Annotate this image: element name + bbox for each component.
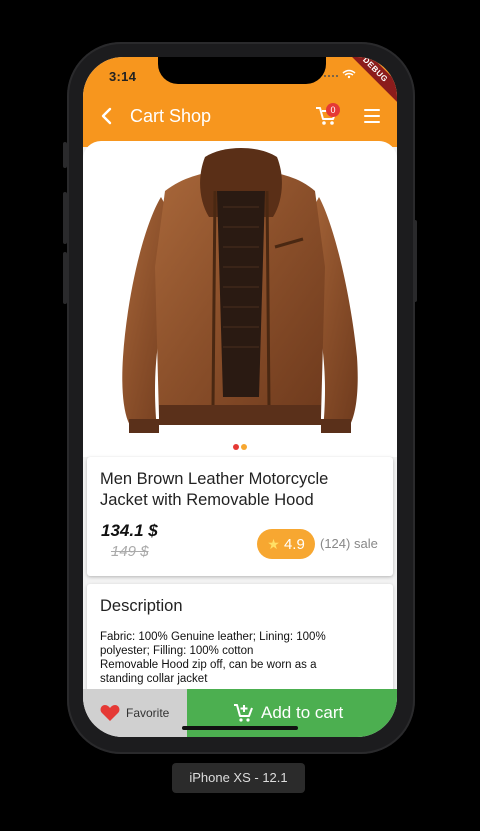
debug-banner: DEBUG [337,57,397,108]
volume-up-button [63,192,67,244]
leather-jacket-image [122,148,358,433]
product-title-line: Men Brown Leather Motorcycle [100,470,329,488]
cart-count-badge: 0 [326,103,340,117]
carousel-indicator [233,437,249,455]
notch [158,57,326,84]
phone-screen: 3:14 DEBUG Cart Shop 0 Men Brown Leather… [83,57,397,737]
app-bar: 3:14 DEBUG Cart Shop 0 [83,57,397,147]
mute-switch [63,142,67,168]
description-line: Fabric: 100% Genuine leather; Lining: 10… [100,631,326,643]
product-image-carousel[interactable] [83,141,397,457]
favorite-label: Favorite [126,706,170,720]
product-title-line: Jacket with Removable Hood [100,491,314,509]
product-old-price: 149 $ [111,543,149,560]
product-info-card: Men Brown Leather Motorcycle Jacket with… [87,457,393,576]
add-to-cart-label: Add to cart [261,703,344,722]
home-indicator[interactable] [182,726,298,730]
hamburger-icon [364,109,380,111]
rating-value: 4.9 [283,536,305,553]
status-icons [323,69,363,82]
device-label: iPhone XS - 12.1 [172,763,305,793]
page-title: Cart Shop [130,106,212,126]
rating-badge: ★ 4.9 [257,529,315,559]
description-heading: Description [100,597,183,615]
description-card: Description Fabric: 100% Genuine leather… [87,584,393,694]
carousel-dot[interactable] [233,444,239,450]
volume-down-button [63,252,67,304]
chevron-left-icon [101,107,112,125]
favorite-button[interactable]: Favorite [83,689,187,737]
sales-count: (124) sale [320,536,378,551]
description-line: polyester; Filling: 100% cotton [100,645,254,657]
add-shopping-cart-icon [234,704,253,722]
status-time: 3:14 [109,69,137,84]
wifi-icon [324,69,356,79]
power-button [413,220,417,302]
heart-icon [100,705,120,721]
star-icon: ★ [267,536,280,552]
product-title: Men Brown Leather Motorcycle Jacket with… [100,469,380,511]
menu-button[interactable] [364,109,380,123]
back-button[interactable] [99,107,115,125]
carousel-dot-active[interactable] [241,444,247,450]
description-line: Removable Hood zip off, can be worn as a [100,659,317,671]
description-line: standing collar jacket [100,673,208,685]
product-price: 134.1 $ [101,521,158,540]
